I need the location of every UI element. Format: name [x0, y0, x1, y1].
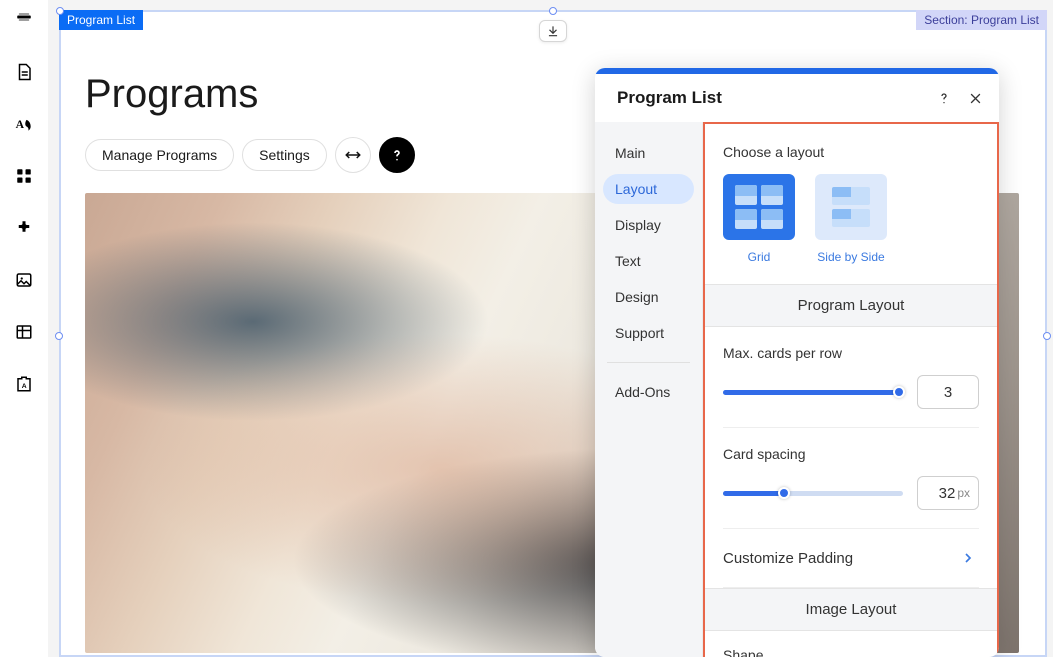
panel-help-icon[interactable] — [936, 90, 952, 106]
grid-caption: Grid — [723, 250, 795, 264]
stretch-button[interactable] — [335, 137, 371, 173]
rail-theme-icon[interactable]: A — [12, 112, 36, 136]
choose-layout-label: Choose a layout — [723, 144, 979, 160]
rail-pages-icon[interactable] — [12, 60, 36, 84]
panel-title: Program List — [617, 88, 722, 108]
max-cards-slider[interactable] — [723, 385, 903, 399]
sidebar-divider — [607, 362, 690, 363]
side-caption: Side by Side — [815, 250, 887, 264]
editor-left-rail: A A — [0, 0, 48, 657]
manage-programs-button[interactable]: Manage Programs — [85, 139, 234, 171]
svg-text:A: A — [16, 118, 25, 131]
max-cards-label: Max. cards per row — [723, 345, 979, 361]
grid-preview-icon — [723, 174, 795, 240]
customize-padding-label: Customize Padding — [723, 550, 853, 567]
program-layout-header: Program Layout — [705, 284, 997, 327]
shape-label: Shape — [723, 631, 979, 657]
panel-header: Program List — [595, 74, 999, 122]
rail-layers-icon[interactable] — [12, 8, 36, 32]
panel-sidebar: Main Layout Display Text Design Support … — [595, 122, 703, 657]
svg-text:A: A — [22, 383, 27, 390]
max-cards-value[interactable]: 3 — [917, 375, 979, 409]
sidebar-tab-design[interactable]: Design — [603, 282, 694, 312]
close-icon[interactable] — [968, 91, 983, 106]
rail-addons-icon[interactable] — [12, 216, 36, 240]
sidebar-tab-support[interactable]: Support — [603, 318, 694, 348]
side-preview-icon — [815, 174, 887, 240]
sidebar-tab-layout[interactable]: Layout — [603, 174, 694, 204]
card-spacing-value[interactable]: 32px — [917, 476, 979, 510]
rail-media-icon[interactable] — [12, 268, 36, 292]
settings-panel: Program List Main Layout Display Text De… — [595, 68, 999, 657]
rail-apps-icon[interactable] — [12, 164, 36, 188]
layout-option-side-by-side[interactable]: Side by Side — [815, 174, 887, 264]
sidebar-tab-text[interactable]: Text — [603, 246, 694, 276]
customize-padding-row[interactable]: Customize Padding — [723, 529, 979, 588]
slider-thumb[interactable] — [778, 487, 790, 499]
settings-button[interactable]: Settings — [242, 139, 327, 171]
card-spacing-label: Card spacing — [723, 446, 979, 462]
help-button[interactable] — [379, 137, 415, 173]
panel-main-content: Choose a layout Grid Side by Side — [703, 122, 999, 657]
rail-data-icon[interactable] — [12, 320, 36, 344]
slider-thumb[interactable] — [893, 386, 905, 398]
sidebar-tab-addons[interactable]: Add-Ons — [603, 377, 694, 407]
sidebar-tab-main[interactable]: Main — [603, 138, 694, 168]
sidebar-tab-display[interactable]: Display — [603, 210, 694, 240]
image-layout-header: Image Layout — [705, 588, 997, 631]
rail-business-icon[interactable]: A — [12, 372, 36, 396]
chevron-right-icon — [957, 547, 979, 569]
card-spacing-slider[interactable] — [723, 486, 903, 500]
layout-option-grid[interactable]: Grid — [723, 174, 795, 264]
